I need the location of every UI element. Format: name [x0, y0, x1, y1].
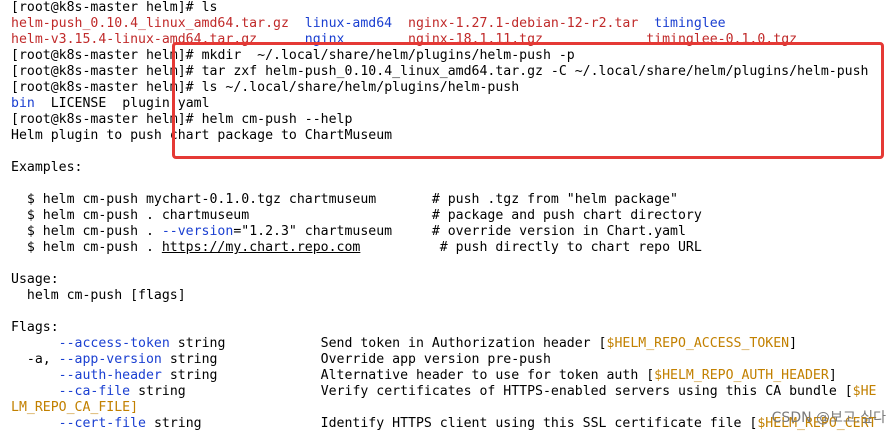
- command-text: ls: [201, 0, 218, 15]
- example-line: $ helm cm-push . https://my.chart.repo.c…: [11, 240, 892, 256]
- file-name: helm-v3.15.4-linux-amd64.tar.gz: [11, 32, 258, 47]
- directory-name: bin: [11, 96, 35, 111]
- flag-type: string: [138, 384, 186, 399]
- flag-type: string: [169, 368, 218, 383]
- example-command: $ helm cm-push mychart-0.1.0.tgz chartmu…: [11, 192, 377, 207]
- wrap-line: LM_REPO_CA_FILE]: [11, 400, 892, 416]
- flag-name: --auth-header: [58, 368, 162, 383]
- example-comment: # push .tgz from "helm package": [431, 192, 678, 207]
- section-title: Flags:: [11, 320, 892, 336]
- env-var: $HELM_REPO_ACCESS_TOKEN: [606, 336, 790, 351]
- command-text: ls ~/.local/share/helm/plugins/helm-push: [201, 80, 520, 95]
- section-title: Usage:: [11, 272, 892, 288]
- flag-tail: ]: [828, 368, 837, 383]
- file-name: nginx-1.27.1-debian-12-r2.tar: [408, 16, 639, 31]
- flag-desc: Alternative header to use for token auth…: [320, 368, 655, 383]
- file-name: plugin.yaml: [122, 96, 210, 111]
- example-line: $ helm cm-push . chartmuseum # package a…: [11, 208, 892, 224]
- example-comment: # push directly to chart repo URL: [439, 240, 702, 255]
- flag-line: --ca-file string Verify certificates of …: [11, 384, 892, 400]
- example-command-prefix: $ helm cm-push .: [11, 224, 162, 239]
- terminal-line: helm-v3.15.4-linux-amd64.tar.gz nginx ng…: [11, 32, 892, 48]
- flag-tail: ]: [789, 336, 798, 351]
- flag-name: --ca-file: [58, 384, 131, 399]
- shell-prompt: [root@k8s-master helm]#: [11, 80, 194, 95]
- section-title: Examples:: [11, 160, 892, 176]
- flag-line: --auth-header string Alternative header …: [11, 368, 892, 384]
- shell-prompt: [root@k8s-master helm]#: [11, 64, 194, 79]
- flag-desc: Verify certificates of HTTPS-enabled ser…: [320, 384, 853, 399]
- flag-type: string: [177, 336, 226, 351]
- shell-prompt: [root@k8s-master helm]#: [11, 0, 194, 15]
- terminal-line: [root@k8s-master helm]# ls: [11, 0, 892, 16]
- flag-name: --cert-file: [58, 416, 146, 431]
- example-flag: --version: [161, 224, 234, 239]
- example-command: $ helm cm-push . chartmuseum: [11, 208, 250, 223]
- env-var-wrap: LM_REPO_CA_FILE]: [11, 400, 139, 415]
- shell-prompt: [root@k8s-master helm]#: [11, 112, 194, 127]
- example-comment: # package and push chart directory: [431, 208, 702, 223]
- flag-type: string: [169, 352, 218, 367]
- env-var: $HE: [852, 384, 877, 399]
- command-text: mkdir ~/.local/share/helm/plugins/helm-p…: [201, 48, 575, 63]
- flag-desc: Identify HTTPS client using this SSL cer…: [320, 416, 758, 431]
- watermark: CSDN @보고.싶다: [771, 410, 886, 426]
- flag-line: --access-token string Send token in Auth…: [11, 336, 892, 352]
- terminal-line: Helm plugin to push chart package to Cha…: [11, 128, 892, 144]
- example-comment: # override version in Chart.yaml: [431, 224, 686, 239]
- example-command-prefix: $ helm cm-push .: [11, 240, 162, 255]
- flag-name: --access-token: [58, 336, 170, 351]
- flag-name: --app-version: [58, 352, 162, 367]
- directory-name: nginx: [304, 32, 345, 47]
- file-name: timinglee-0.1.0.tgz: [646, 32, 798, 47]
- terminal-line: helm-push_0.10.4_linux_amd64.tar.gz linu…: [11, 16, 892, 32]
- directory-name: linux-amd64: [304, 16, 393, 31]
- terminal-line: [root@k8s-master helm]# ls ~/.local/shar…: [11, 80, 892, 96]
- flag-line: -a, --app-version string Override app ve…: [11, 352, 892, 368]
- file-name: helm-push_0.10.4_linux_amd64.tar.gz: [11, 16, 289, 31]
- directory-name: timinglee: [654, 16, 726, 31]
- terminal-line: bin LICENSE plugin.yaml: [11, 96, 892, 112]
- terminal-line: [root@k8s-master helm]# tar zxf helm-pus…: [11, 64, 892, 80]
- output-text: Helm plugin to push chart package to Cha…: [11, 128, 393, 143]
- example-command-suffix: ="1.2.3" chartmuseum: [233, 224, 393, 239]
- examples-title: Examples:: [11, 160, 83, 175]
- flag-short: -a,: [11, 352, 59, 367]
- terminal-line: [root@k8s-master helm]# helm cm-push --h…: [11, 112, 892, 128]
- repo-url-link[interactable]: https://my.chart.repo.com: [162, 240, 361, 255]
- flag-type: string: [153, 416, 202, 431]
- flag-desc: Override app version pre-push: [320, 352, 551, 367]
- terminal-line: [root@k8s-master helm]# mkdir ~/.local/s…: [11, 48, 892, 64]
- file-name: nginx-18.1.11.tgz: [408, 32, 543, 47]
- flags-title: Flags:: [11, 320, 59, 335]
- example-line: $ helm cm-push . --version="1.2.3" chart…: [11, 224, 892, 240]
- env-var: $HELM_REPO_AUTH_HEADER: [654, 368, 829, 383]
- example-line: $ helm cm-push mychart-0.1.0.tgz chartmu…: [11, 192, 892, 208]
- usage-line: helm cm-push [flags]: [11, 288, 892, 304]
- usage-title: Usage:: [11, 272, 59, 287]
- terminal-output: [root@k8s-master helm]# ls helm-push_0.1…: [0, 0, 892, 433]
- command-text: tar zxf helm-push_0.10.4_linux_amd64.tar…: [201, 64, 869, 79]
- command-text: helm cm-push --help: [201, 112, 353, 127]
- flag-desc: Send token in Authorization header [: [320, 336, 607, 351]
- flag-line: --cert-file string Identify HTTPS client…: [11, 416, 892, 432]
- file-name: LICENSE: [50, 96, 107, 111]
- shell-prompt: [root@k8s-master helm]#: [11, 48, 194, 63]
- usage-text: helm cm-push [flags]: [11, 288, 186, 303]
